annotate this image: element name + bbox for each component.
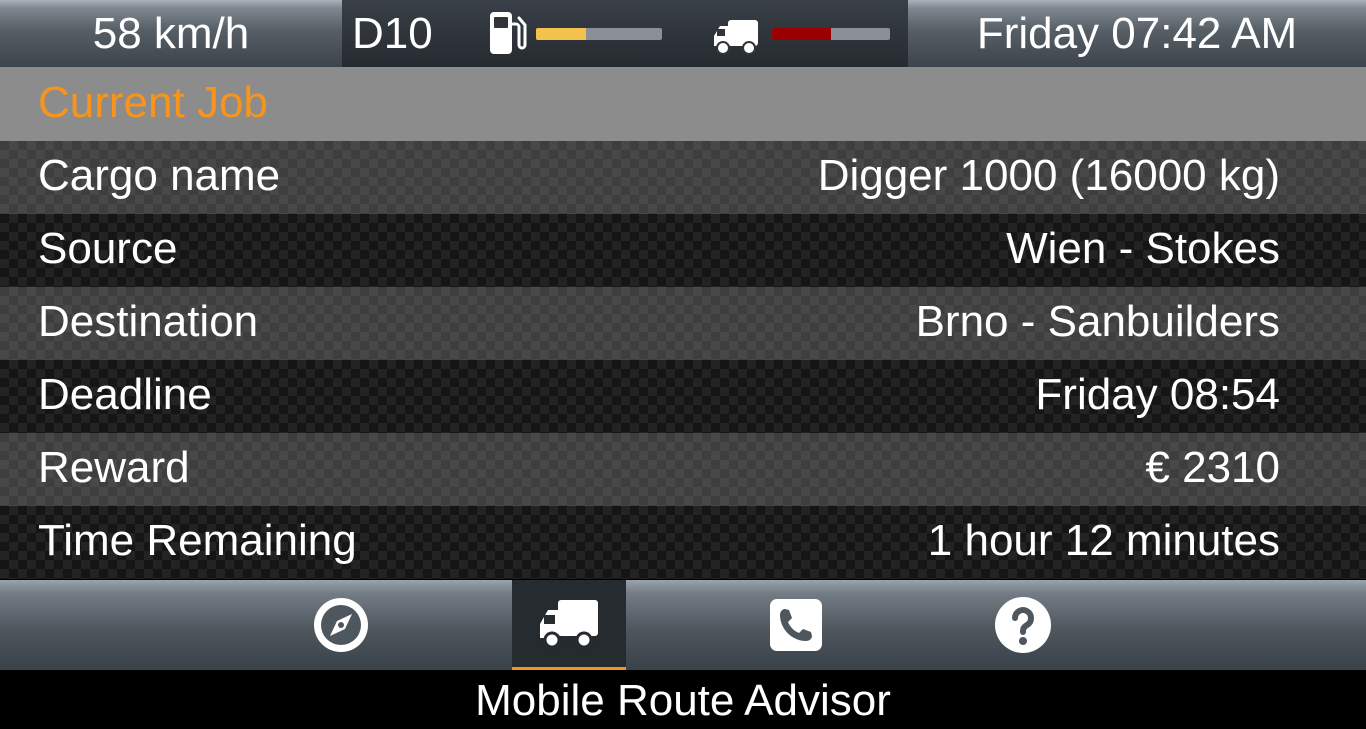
job-row-time-remaining: Time Remaining 1 hour 12 minutes [0,506,1366,579]
job-row-value: 1 hour 12 minutes [927,516,1280,565]
job-row-cargo-name: Cargo name Digger 1000 (16000 kg) [0,141,1366,214]
job-row-value: Friday 08:54 [1035,370,1280,419]
app-title-footer: Mobile Route Advisor [0,670,1366,729]
nav-job-button[interactable] [512,580,626,670]
job-row-label: Destination [38,297,259,346]
nav-phone-button[interactable] [739,580,853,670]
job-row-label: Time Remaining [38,516,357,565]
truck-damage-fill [772,28,831,40]
job-row-value: € 2310 [1145,443,1280,492]
job-row-value: Wien - Stokes [1006,224,1280,273]
job-row-source: Source Wien - Stokes [0,214,1366,287]
job-row-label: Cargo name [38,151,281,200]
job-row-label: Deadline [38,370,212,419]
job-row-value: Digger 1000 (16000 kg) [817,151,1280,200]
nav-navigation-button[interactable] [284,580,398,670]
fuel-pump-icon [490,12,527,54]
job-row-destination: Destination Brno - Sanbuilders [0,287,1366,360]
job-row-label: Source [38,224,178,273]
job-row-value: Brno - Sanbuilders [915,297,1280,346]
fuel-level-fill [536,28,587,40]
current-job-header: Current Job [0,67,1366,141]
bottom-nav [0,580,1366,670]
compass-icon [314,598,368,652]
job-row-reward: Reward € 2310 [0,433,1366,506]
job-details-list: Cargo name Digger 1000 (16000 kg) Source… [0,141,1366,580]
help-icon [995,597,1051,653]
phone-icon [770,599,822,651]
job-row-deadline: Deadline Friday 08:54 [0,360,1366,433]
fuel-level-bar [536,28,662,40]
gear-fuel-damage-panel: D10 [342,0,908,67]
truck-damage-bar [772,28,890,40]
gear-indicator: D10 [352,9,433,58]
game-clock: Friday 07:42 AM [976,8,1298,58]
job-row-label: Reward [38,443,190,492]
truck-icon [540,599,598,648]
nav-help-button[interactable] [966,580,1080,670]
speed-readout: 58 km/h [92,8,250,58]
status-bar: 58 km/h D10 Friday 07:42 AM [0,0,1366,67]
current-job-title: Current Job [38,78,268,127]
truck-icon [714,20,758,55]
